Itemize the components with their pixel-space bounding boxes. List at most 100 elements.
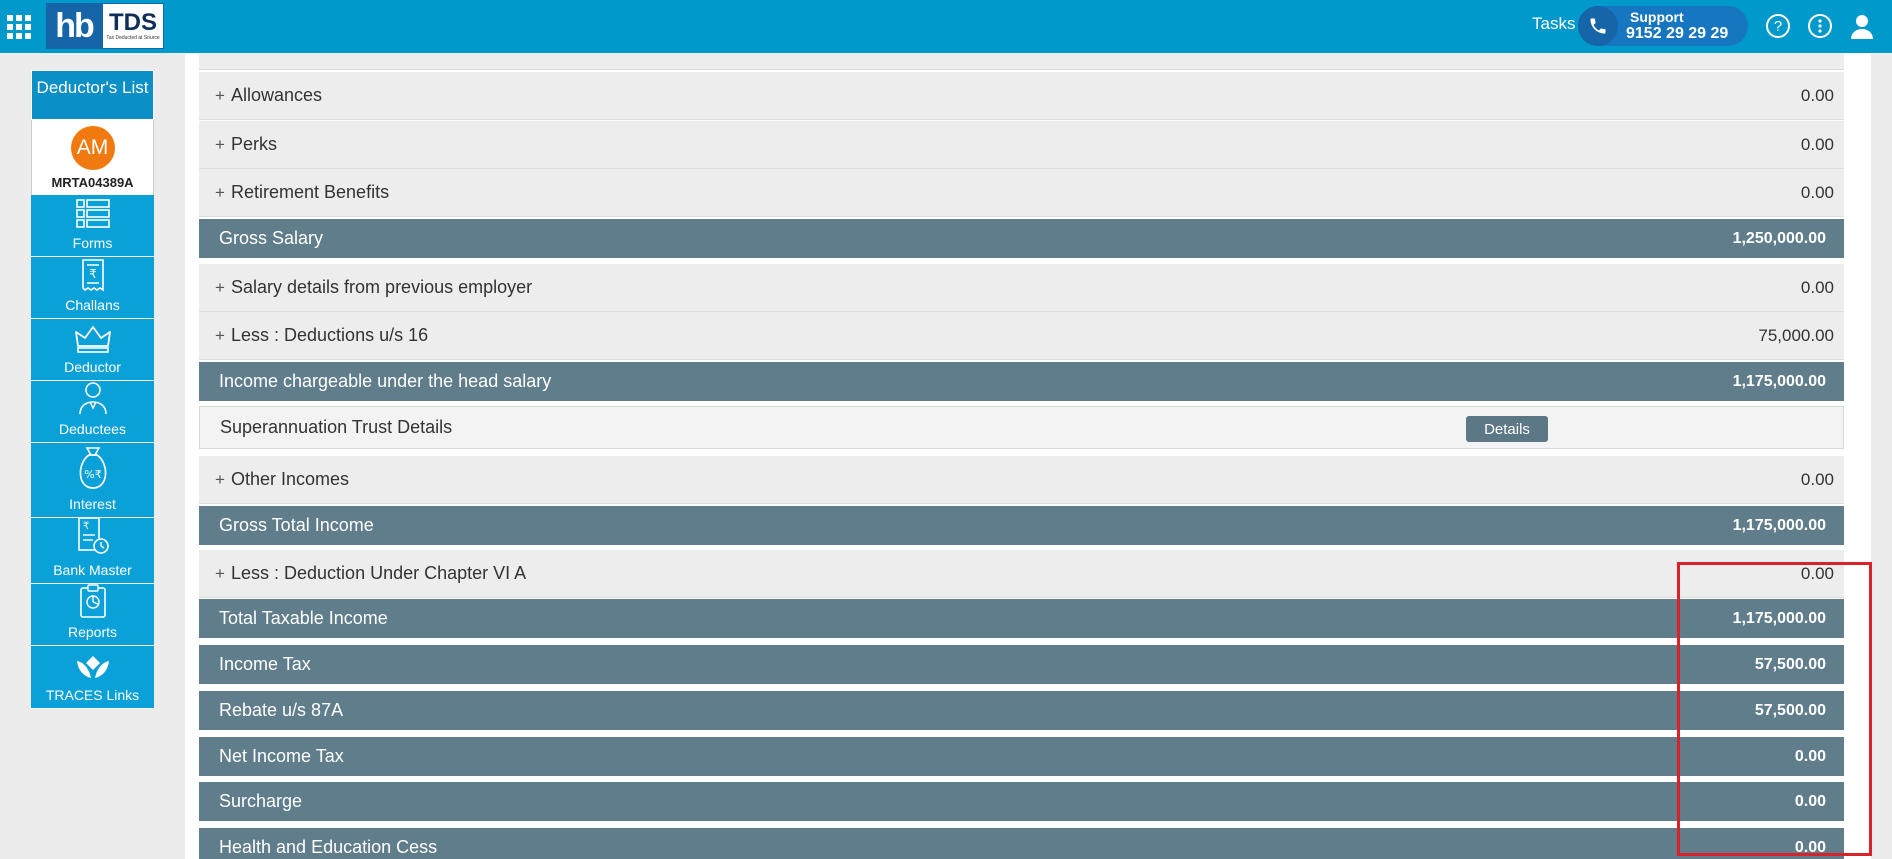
- user-icon[interactable]: [1848, 12, 1876, 40]
- svg-text:%₹: %₹: [84, 468, 101, 481]
- help-icon[interactable]: ?: [1764, 12, 1792, 40]
- crown-icon: [74, 324, 112, 359]
- deductor-profile[interactable]: AM MRTA04389A: [31, 120, 154, 195]
- row-label: Perks: [231, 134, 278, 154]
- deductors-list-link[interactable]: Deductor's List: [31, 70, 154, 120]
- sidebar-item-label: Challans: [65, 297, 120, 313]
- row-label: Allowances: [231, 85, 323, 105]
- deductor-code: MRTA04389A: [51, 174, 134, 190]
- traces-logo-icon: [73, 652, 113, 687]
- summary-row: Net Income Tax 0.00: [199, 737, 1844, 776]
- person-icon: [77, 380, 109, 421]
- sidebar-item-label: Deductees: [59, 421, 126, 437]
- row-label: Health and Education Cess: [219, 837, 438, 857]
- table-row[interactable]: + Less : Deduction Under Chapter VI A 0.0…: [199, 550, 1844, 598]
- table-row[interactable]: + Perks 0.00: [199, 121, 1844, 169]
- report-clipboard-icon: [78, 583, 108, 624]
- row-label: Less : Deduction Under Chapter VI A: [231, 563, 527, 583]
- expand-plus-icon[interactable]: +: [215, 326, 231, 346]
- row-value: 0.00: [1800, 277, 1834, 297]
- support-number: 9152 29 29 29: [1626, 25, 1729, 42]
- sidebar-item-label: TRACES Links: [45, 687, 140, 703]
- sidebar-item-bank-master[interactable]: ₹ Bank Master: [31, 515, 154, 584]
- sidebar: Deductor's List AM MRTA04389A Forms ₹ Ch…: [31, 70, 154, 709]
- row-value: 1,250,000.00: [1732, 229, 1826, 247]
- tasks-link[interactable]: Tasks: [1532, 14, 1575, 34]
- avatar: AM: [70, 125, 115, 170]
- sidebar-item-forms[interactable]: Forms: [31, 195, 154, 257]
- forms-icon: [75, 198, 111, 235]
- challan-receipt-icon: ₹: [78, 258, 108, 297]
- row-label: Superannuation Trust Details: [220, 417, 453, 437]
- sidebar-item-reports[interactable]: Reports: [31, 584, 154, 646]
- row-value: 0.00: [1800, 469, 1834, 489]
- row-value: 1,175,000.00: [1732, 372, 1826, 390]
- sidebar-item-label: Reports: [67, 624, 118, 640]
- phone-icon: [1578, 6, 1618, 46]
- bank-document-icon: ₹: [75, 515, 111, 562]
- row-label: Income Tax: [219, 654, 311, 674]
- row-label: Salary details from previous employer: [231, 277, 533, 297]
- summary-row: Total Taxable Income 1,175,000.00: [199, 599, 1844, 638]
- expand-plus-icon[interactable]: +: [215, 86, 231, 106]
- summary-row: Surcharge 0.00: [199, 782, 1844, 821]
- row-value: 75,000.00: [1758, 325, 1834, 345]
- logo-tds: TDS: [109, 9, 157, 36]
- row-label: Gross Salary: [219, 228, 324, 248]
- svg-text:₹: ₹: [89, 267, 97, 281]
- row-value: 0.00: [1800, 182, 1834, 202]
- expand-plus-icon[interactable]: +: [215, 564, 231, 584]
- table-row[interactable]: + Salary details from previous employer 0…: [199, 264, 1844, 312]
- app-logo[interactable]: hb TDS Tax Deducted at Source: [46, 3, 164, 49]
- summary-row: Health and Education Cess 0.00: [199, 828, 1844, 859]
- row-label: Other Incomes: [231, 469, 350, 489]
- summary-row: Income Tax 57,500.00: [199, 645, 1844, 684]
- sidebar-item-deductor[interactable]: Deductor: [31, 319, 154, 381]
- sidebar-item-challans[interactable]: ₹ Challans: [31, 257, 154, 319]
- summary-row: Gross Salary 1,250,000.00: [199, 219, 1844, 258]
- top-bar: hb TDS Tax Deducted at Source Tasks Supp…: [0, 0, 1892, 53]
- support-label: Support: [1630, 9, 1684, 25]
- row-label: Retirement Benefits: [231, 182, 390, 202]
- svg-text:₹: ₹: [82, 521, 88, 532]
- sidebar-item-label: Deductor: [64, 359, 121, 375]
- red-highlight-box: [1677, 562, 1872, 856]
- row-label: Total Taxable Income: [219, 608, 388, 628]
- table-row[interactable]: + Less : Deductions u/s 16 75,000.00: [199, 312, 1844, 360]
- summary-row: Rebate u/s 87A 57,500.00: [199, 691, 1844, 730]
- row-label: Surcharge: [219, 791, 303, 811]
- sidebar-item-label: Bank Master: [53, 562, 132, 578]
- sidebar-item-label: Interest: [69, 496, 116, 512]
- row-label: Income chargeable under the head salary: [219, 371, 552, 391]
- row-label: Gross Total Income: [219, 515, 374, 535]
- sidebar-item-label: Forms: [72, 235, 113, 251]
- table-row[interactable]: + Other Incomes 0.00: [199, 456, 1844, 504]
- row-value: 1,175,000.00: [1732, 516, 1826, 534]
- sidebar-item-traces-links[interactable]: TRACES Links: [31, 646, 154, 709]
- expand-plus-icon[interactable]: +: [215, 470, 231, 490]
- row-label: Net Income Tax: [219, 746, 344, 766]
- logo-hb: hb: [46, 3, 102, 49]
- table-row[interactable]: + Retirement Benefits 0.00: [199, 169, 1844, 217]
- money-bag-icon: %₹: [75, 445, 111, 496]
- summary-row: Income chargeable under the head salary …: [199, 362, 1844, 401]
- apps-grid-icon[interactable]: [0, 0, 38, 53]
- row-label: Rebate u/s 87A: [219, 700, 344, 720]
- table-row-partial: [199, 53, 1844, 70]
- expand-plus-icon[interactable]: +: [215, 278, 231, 298]
- support-pill[interactable]: Support 9152 29 29 29: [1578, 6, 1748, 46]
- expand-plus-icon[interactable]: +: [215, 135, 231, 155]
- row-value: 0.00: [1800, 85, 1834, 105]
- logo-tagline: Tax Deducted at Source: [106, 35, 160, 41]
- row-value: 0.00: [1800, 134, 1834, 154]
- expand-plus-icon[interactable]: +: [215, 183, 231, 203]
- row-label: Less : Deductions u/s 16: [231, 325, 429, 345]
- details-button[interactable]: Details: [1466, 416, 1548, 442]
- salary-computation-panel: + Allowances 0.00 + Perks 0.00 + Retirement…: [185, 53, 1871, 859]
- summary-row: Gross Total Income 1,175,000.00: [199, 506, 1844, 545]
- svg-text:?: ?: [1774, 18, 1782, 35]
- sidebar-item-interest[interactable]: %₹ Interest: [31, 443, 154, 518]
- more-vertical-icon[interactable]: [1806, 12, 1834, 40]
- table-row[interactable]: + Allowances 0.00: [199, 72, 1844, 120]
- sidebar-item-deductees[interactable]: Deductees: [31, 381, 154, 443]
